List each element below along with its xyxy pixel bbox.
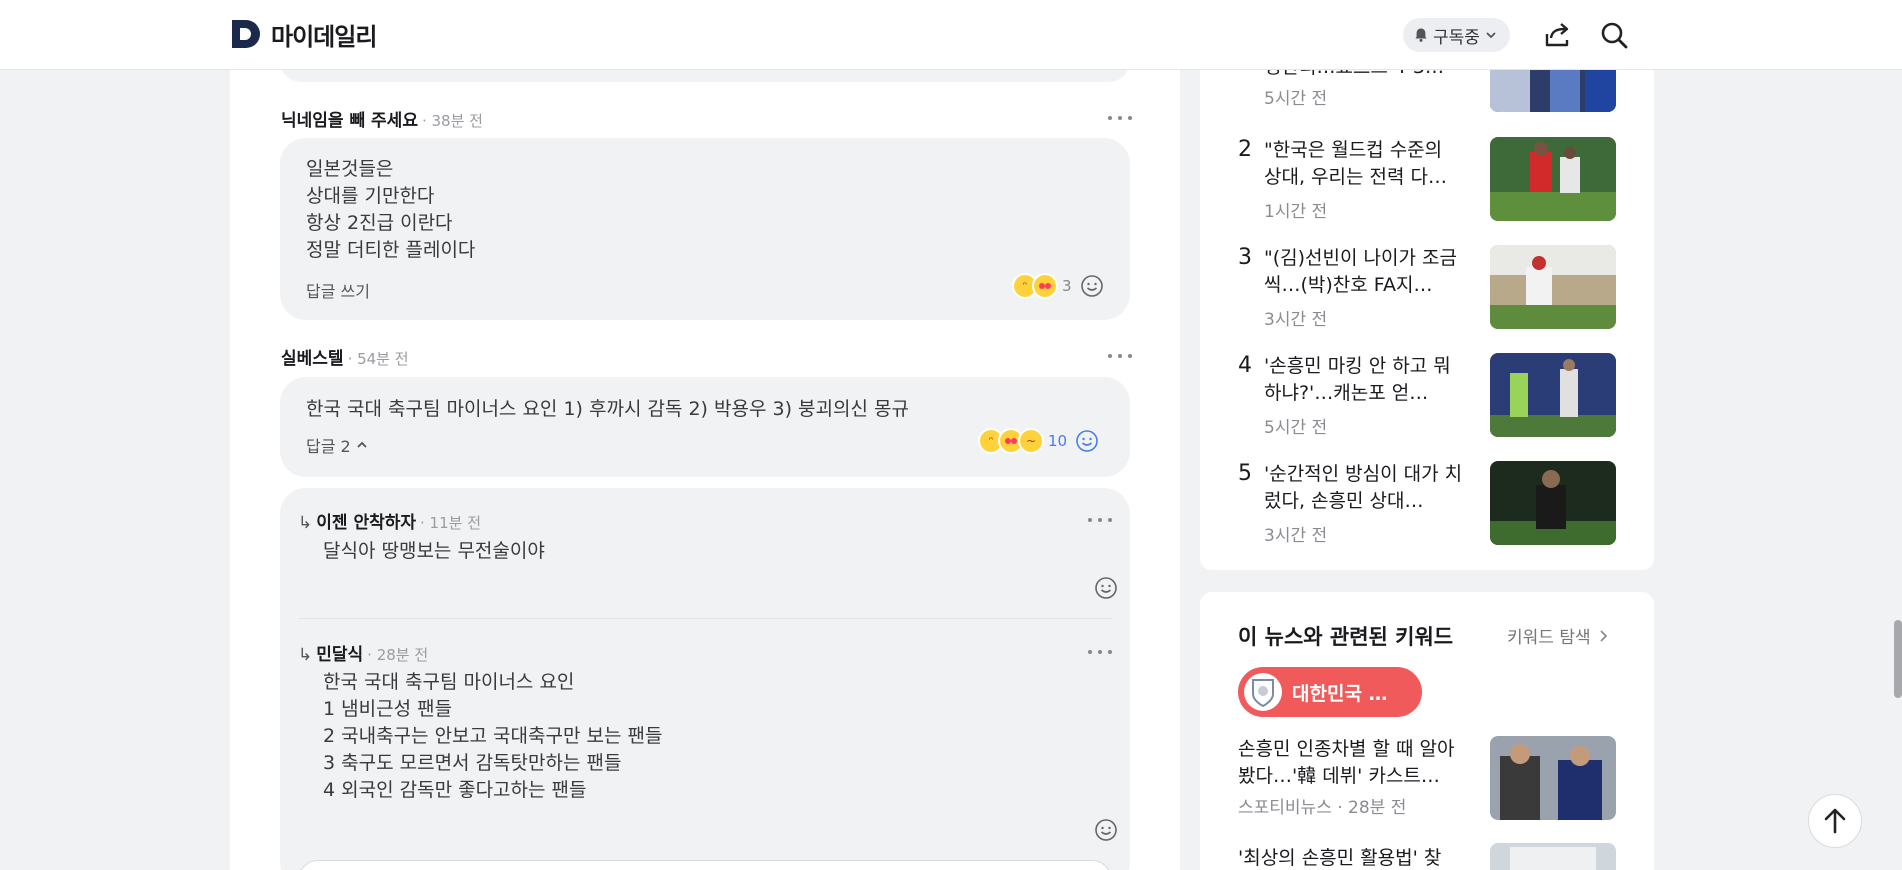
keyword-news-title[interactable]: '최상의 손흥민 활용법' 찾 <box>1238 843 1468 870</box>
ranking-item[interactable]: 4 '손흥민 마킹 안 하고 뭐하냐?'…캐논포 얻… 5시간 전 <box>1238 353 1616 438</box>
news-time: 5시간 전 <box>1264 89 1328 109</box>
reply-text: 한국 국대 축구팀 마이너스 요인 1 냄비근성 팬들 2 국내축구는 안보고 … <box>323 671 663 801</box>
replies-container: ↳ 이젠 안착하자 · 11분 전 달식아 땅맹보는 무전술이야 ↳ 민달식 ·… <box>280 488 1130 870</box>
emoji-heart-eyes-icon <box>1032 273 1058 299</box>
news-time: 3시간 전 <box>1264 526 1328 546</box>
keyword-news-thumbnail[interactable] <box>1490 843 1616 870</box>
reply-nickname[interactable]: 민달식 <box>316 640 363 665</box>
news-thumbnail[interactable] <box>1490 137 1616 221</box>
news-time: 5시간 전 <box>1264 418 1328 438</box>
share-button[interactable] <box>1541 18 1575 52</box>
search-icon <box>1601 22 1628 49</box>
reply-header: ↳ 이젠 안착하자 · 11분 전 <box>298 508 481 533</box>
keyword-emblem-icon <box>1244 673 1282 711</box>
news-title[interactable]: '손흥민 마킹 안 하고 뭐하냐?'…캐논포 얻… <box>1264 353 1464 407</box>
comment-header: 닉네임을 빼 주세요 · 38분 전 <box>281 106 483 131</box>
keyword-explore-label: 키워드 탐색 <box>1507 628 1591 648</box>
replies-toggle-label: 답글 2 <box>306 437 351 456</box>
reply-header: ↳ 민달식 · 28분 전 <box>298 640 428 665</box>
replies-toggle-button[interactable]: 답글 2 <box>306 433 369 457</box>
reply-input[interactable] <box>298 860 1112 870</box>
keyword-section-title: 이 뉴스와 관련된 키워드 <box>1238 625 1454 649</box>
add-reaction-icon[interactable] <box>1075 429 1099 453</box>
search-button[interactable] <box>1597 18 1631 52</box>
reaction-count: 3 <box>1062 277 1072 295</box>
comment-time: · 38분 전 <box>421 112 483 130</box>
rank-number: 3 <box>1238 245 1252 270</box>
news-thumbnail[interactable] <box>1490 245 1616 329</box>
news-thumbnail[interactable] <box>1490 461 1616 545</box>
more-options-icon[interactable] <box>1088 646 1112 658</box>
logo-icon[interactable] <box>230 18 262 50</box>
reply-divider <box>298 618 1112 619</box>
comment-nickname[interactable]: 실베스텔 <box>281 344 344 369</box>
keyword-chip[interactable]: 대한민국 … <box>1238 667 1422 717</box>
add-reaction-icon[interactable] <box>1080 274 1104 298</box>
keyword-news-title[interactable]: 손흥민 인종차별 할 때 알아봤다…'韓 데뷔' 카스트… <box>1238 736 1468 790</box>
news-title[interactable]: "(김)선빈이 나이가 조금씩…(박)찬호 FA지… <box>1264 245 1464 299</box>
more-options-icon[interactable] <box>1108 350 1132 362</box>
reaction-count: 10 <box>1048 432 1068 450</box>
ranking-item[interactable]: 2 "한국은 월드컵 수준의 상대, 우리는 전력 다… 1시간 전 <box>1238 137 1616 222</box>
news-time: 1시간 전 <box>1264 202 1328 222</box>
keyword-chip-label: 대한민국 … <box>1292 682 1388 705</box>
add-reaction-icon[interactable] <box>1094 818 1118 842</box>
reply-time: · 28분 전 <box>367 646 429 664</box>
arrow-up-icon <box>1824 808 1846 834</box>
comment-time: · 54분 전 <box>347 350 409 368</box>
subscribe-button[interactable]: 구독중 <box>1403 18 1510 52</box>
keyword-news-source: 스포티비뉴스 · 28분 전 <box>1238 798 1407 818</box>
share-icon <box>1545 23 1569 47</box>
emoji-thinking-icon: ~ <box>1018 428 1044 454</box>
scrollbar-thumb[interactable] <box>1894 620 1902 698</box>
comment-text: 한국 국대 축구팀 마이너스 요인 1) 후까시 감독 2) 박용우 3) 붕괴… <box>306 398 909 420</box>
reaction-summary[interactable]: ᵔ ~ 10 <box>978 427 1099 455</box>
brand-title[interactable]: 마이데일리 <box>271 17 377 52</box>
reply-arrow-icon: ↳ <box>298 645 313 665</box>
reply-time: · 11분 전 <box>420 514 482 532</box>
bell-icon <box>1415 28 1427 42</box>
news-title[interactable]: '순간적인 방심이 대가 치렀다, 손흥민 상대… <box>1264 461 1464 515</box>
comment-header: 실베스텔 · 54분 전 <box>281 344 409 369</box>
chevron-right-icon <box>1600 629 1607 642</box>
reply-arrow-icon: ↳ <box>298 513 313 533</box>
more-options-icon[interactable] <box>1088 514 1112 526</box>
reply-button[interactable]: 답글 쓰기 <box>306 278 370 302</box>
rank-number: 4 <box>1238 353 1252 378</box>
comment-bubble: 일본것들은 상대를 기만한다 항상 2진급 이란다 정말 더티한 플레이다 답글… <box>280 138 1130 320</box>
reply-nickname[interactable]: 이젠 안착하자 <box>316 508 416 533</box>
news-time: 3시간 전 <box>1264 310 1328 330</box>
rank-number: 5 <box>1238 461 1252 486</box>
more-options-icon[interactable] <box>1108 112 1132 124</box>
news-thumbnail[interactable] <box>1490 353 1616 437</box>
comment-bubble: 한국 국대 축구팀 마이너스 요인 1) 후까시 감독 2) 박용우 3) 붕괴… <box>280 377 1130 477</box>
ranking-item[interactable]: 5 '순간적인 방심이 대가 치렀다, 손흥민 상대… 3시간 전 <box>1238 461 1616 546</box>
chevron-down-icon <box>1486 32 1496 39</box>
comment-nickname[interactable]: 닉네임을 빼 주세요 <box>281 106 418 131</box>
reply-text: 달식아 땅맹보는 무전술이야 <box>323 540 545 562</box>
rank-number: 2 <box>1238 137 1252 162</box>
chevron-up-icon <box>357 441 367 448</box>
subscribe-label: 구독중 <box>1433 27 1480 48</box>
add-reaction-icon[interactable] <box>1094 576 1118 600</box>
keyword-explore-link[interactable]: 키워드 탐색 <box>1507 623 1609 648</box>
reaction-summary[interactable]: ᵔ 3 <box>1012 272 1104 300</box>
top-header: 마이데일리 구독중 <box>0 0 1902 70</box>
comment-text: 일본것들은 상대를 기만한다 항상 2진급 이란다 정말 더티한 플레이다 <box>306 158 476 261</box>
ranking-item[interactable]: 3 "(김)선빈이 나이가 조금씩…(박)찬호 FA지… 3시간 전 <box>1238 245 1616 330</box>
news-title[interactable]: "한국은 월드컵 수준의 상대, 우리는 전력 다… <box>1264 137 1464 191</box>
keyword-news-thumbnail[interactable] <box>1490 736 1616 820</box>
scroll-top-button[interactable] <box>1808 794 1862 848</box>
